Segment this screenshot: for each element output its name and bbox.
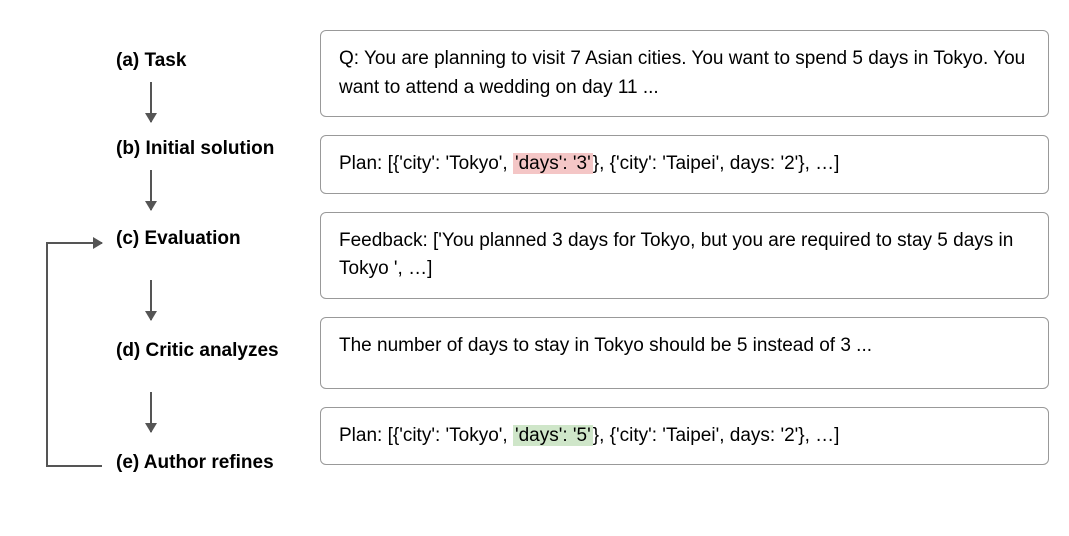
task-box: Q: You are planning to visit 7 Asian cit… <box>320 30 1049 117</box>
analysis-text: The number of days to stay in Tokyo shou… <box>339 335 872 356</box>
arrow-down-icon <box>150 82 152 122</box>
feedback-text: Feedback: ['You planned 3 days for Tokyo… <box>339 230 1013 280</box>
step-initial-solution-label: (b) Initial solution <box>116 138 274 160</box>
step-task-label: (a) Task <box>116 50 186 72</box>
loop-back-arrow-icon <box>46 242 102 467</box>
task-text: Q: You are planning to visit 7 Asian cit… <box>339 48 1025 98</box>
plan-suffix: }, {'city': 'Taipei', days: '2'}, …] <box>593 425 840 446</box>
steps-column: (a) Task (b) Initial solution (c) Evalua… <box>20 30 320 516</box>
step-critic-analyzes-label: (d) Critic analyzes <box>116 340 279 362</box>
content-column: Q: You are planning to visit 7 Asian cit… <box>320 30 1049 516</box>
critic-analyzes-box: The number of days to stay in Tokyo shou… <box>320 317 1049 389</box>
plan-prefix: Plan: [{'city': 'Tokyo', <box>339 425 513 446</box>
arrow-down-icon <box>150 392 152 432</box>
evaluation-box: Feedback: ['You planned 3 days for Tokyo… <box>320 212 1049 299</box>
step-evaluation-label: (c) Evaluation <box>116 228 241 250</box>
fix-highlight: 'days': '5' <box>513 425 593 446</box>
arrow-down-icon <box>150 280 152 320</box>
initial-solution-box: Plan: [{'city': 'Tokyo', 'days': '3'}, {… <box>320 135 1049 194</box>
arrow-down-icon <box>150 170 152 210</box>
plan-prefix: Plan: [{'city': 'Tokyo', <box>339 153 513 174</box>
plan-suffix: }, {'city': 'Taipei', days: '2'}, …] <box>593 153 840 174</box>
author-refines-box: Plan: [{'city': 'Tokyo', 'days': '5'}, {… <box>320 407 1049 466</box>
step-author-refines-label: (e) Author refines <box>116 452 274 474</box>
error-highlight: 'days': '3' <box>513 153 593 174</box>
